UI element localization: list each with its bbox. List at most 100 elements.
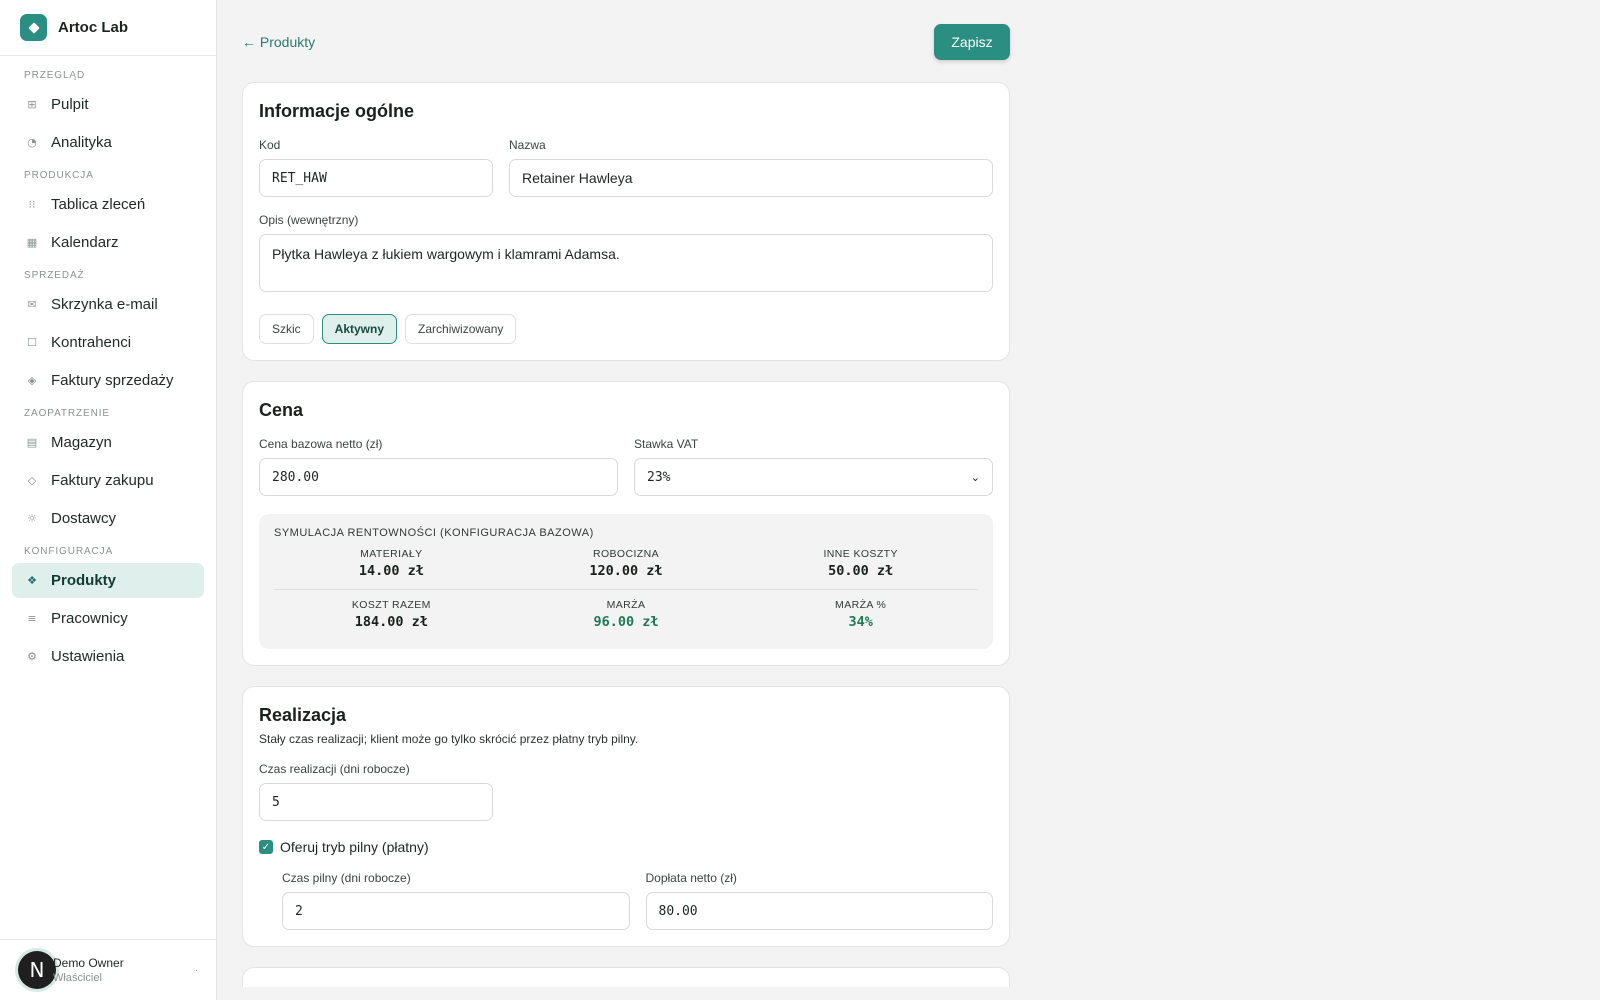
nav-group-procurement: ZAOPATRZENIE ▤ Magazyn ◇ Faktury zakupu … — [0, 408, 216, 536]
section-label: KONFIGURACJA — [24, 546, 114, 557]
sidebar-item-kalendarz[interactable]: ▦ Kalendarz — [12, 225, 204, 260]
nav-group-sales: SPRZEDAŻ ✉ Skrzynka e-mail ☐ Kontrahenci… — [0, 270, 216, 398]
chevron-icon: · — [195, 965, 198, 975]
settings-icon: ⚙ — [27, 650, 37, 663]
sidebar-item-label: Ustawienia — [51, 648, 125, 665]
kanban-icon: ⁝⁝ — [28, 198, 36, 211]
brand-name: Artoc Lab — [58, 19, 129, 36]
card-title: Informacje ogólne — [259, 101, 415, 121]
sim-label: ROBOCIZNA — [592, 548, 659, 560]
sidebar-item-ustawienia[interactable]: ⚙ Ustawienia — [12, 639, 204, 674]
section-label: ZAOPATRZENIE — [24, 408, 110, 419]
nav-group-production: PRODUKCJA ⁝⁝ Tablica zleceń ▦ Kalendarz — [0, 170, 216, 260]
sidebar-item-pracownicy[interactable]: ≡ Pracownicy — [12, 601, 204, 636]
name-label: Nazwa — [509, 138, 546, 152]
base-price-label: Cena bazowa netto (zł) — [259, 437, 383, 451]
sidebar-item-pulpit[interactable]: ⊞ Pulpit — [12, 87, 204, 122]
sim-label: INNE KOSZTY — [823, 548, 898, 560]
sidebar-item-label: Faktury zakupu — [51, 472, 154, 489]
back-link[interactable]: ← Produkty — [242, 34, 315, 50]
sidebar-item-label: Kontrahenci — [51, 334, 132, 351]
brand[interactable]: Artoc Lab — [0, 0, 216, 56]
sidebar-item-faktury-sprzedazy[interactable]: ◈ Faktury sprzedaży — [12, 363, 204, 398]
description-field-group: Opis (wewnętrzny) Płytka Hawleya z łukie… — [259, 213, 993, 292]
sidebar-item-label: Magazyn — [51, 434, 112, 451]
sidebar-item-magazyn[interactable]: ▤ Magazyn — [12, 425, 204, 460]
card-title: Cena — [259, 400, 304, 420]
sidebar-item-label: Analityka — [51, 134, 112, 151]
sim-margin: MARŻA 96.00 zł — [509, 595, 744, 637]
sidebar-item-skrzynka-email[interactable]: ✉ Skrzynka e-mail — [12, 287, 204, 322]
save-button[interactable]: Zapisz — [934, 24, 1010, 60]
section-label: PRZEGLĄD — [24, 70, 86, 81]
price-card: Cena Cena bazowa netto (zł) 280.00 Stawk… — [242, 381, 1010, 666]
code-field-group: Kod RET_HAW — [259, 138, 493, 197]
fulfillment-description: Stały czas realizacji; klient może go ty… — [259, 732, 639, 746]
surcharge-field-group: Dopłata netto (zł) 80.00 — [645, 871, 993, 930]
user-role: Właściciel — [53, 972, 102, 984]
sidebar-item-label: Tablica zleceń — [51, 196, 146, 213]
surcharge-label: Dopłata netto (zł) — [645, 871, 737, 885]
pie-chart-icon: ◔ — [27, 136, 37, 149]
sidebar-item-faktury-zakupu[interactable]: ◇ Faktury zakupu — [12, 463, 204, 498]
sidebar-item-label: Dostawcy — [51, 510, 117, 527]
user-info: Demo Owner Właściciel — [53, 956, 195, 984]
sidebar-item-produkty[interactable]: ❖ Produkty — [12, 563, 204, 598]
sidebar-item-analityka[interactable]: ◔ Analityka — [12, 125, 204, 160]
sim-value: 96.00 zł — [593, 614, 659, 630]
purchase-invoice-icon: ◇ — [27, 474, 37, 487]
vat-field-group: Stawka VAT 23% ⌄ — [634, 437, 993, 496]
code-label: Kod — [259, 138, 281, 152]
sim-value: 50.00 zł — [828, 563, 894, 579]
section-label: SPRZEDAŻ — [24, 270, 85, 281]
warehouse-icon: ▤ — [26, 436, 38, 449]
code-input[interactable]: RET_HAW — [259, 159, 493, 197]
description-textarea[interactable]: Płytka Hawleya z łukiem wargowym i klamr… — [259, 234, 993, 292]
sim-labor: ROBOCIZNA 120.00 zł — [509, 544, 744, 586]
sidebar-nav: PRZEGLĄD ⊞ Pulpit ◔ Analityka PRODUKCJA … — [0, 56, 216, 674]
sim-total: KOSZT RAZEM 184.00 zł — [274, 595, 509, 637]
user-menu[interactable]: N Demo Owner Właściciel · — [0, 939, 216, 1000]
urgent-toggle[interactable]: ✓ Oferuj tryb pilny (płatny) — [259, 839, 993, 855]
status-chip-archived[interactable]: Zarchiwizowany — [405, 314, 517, 344]
general-info-card: Informacje ogólne Kod RET_HAW Nazwa Reta… — [242, 82, 1010, 361]
sim-value: 184.00 zł — [354, 614, 428, 630]
nav-group-overview: PRZEGLĄD ⊞ Pulpit ◔ Analityka — [0, 70, 216, 160]
nav-group-config: KONFIGURACJA ❖ Produkty ≡ Pracownicy ⚙ U… — [0, 546, 216, 674]
base-price-input[interactable]: 280.00 — [259, 458, 618, 496]
sim-label: MATERIAŁY — [360, 548, 423, 560]
sidebar-item-dostawcy[interactable]: ☼ Dostawcy — [12, 501, 204, 536]
name-input[interactable]: Retainer Hawleya — [509, 159, 993, 197]
status-chip-active[interactable]: Aktywny — [321, 314, 398, 344]
contacts-icon: ☐ — [27, 336, 37, 349]
urgent-options: Czas pilny (dni robocze) 2 Dopłata netto… — [259, 871, 993, 930]
checkbox-checked-icon[interactable]: ✓ — [259, 840, 273, 854]
sidebar-item-label: Produkty — [51, 572, 117, 589]
sim-label: KOSZT RAZEM — [351, 599, 431, 611]
profitability-simulation: SYMULACJA RENTOWNOŚCI (KONFIGURACJA BAZO… — [259, 514, 993, 649]
products-icon: ❖ — [27, 574, 37, 587]
sidebar-item-kontrahenci[interactable]: ☐ Kontrahenci — [12, 325, 204, 360]
urgent-time-input[interactable]: 2 — [282, 892, 630, 930]
sidebar-item-label: Pulpit — [51, 96, 89, 113]
next-card — [242, 967, 1010, 987]
sidebar-item-tablica-zlecen[interactable]: ⁝⁝ Tablica zleceń — [12, 187, 204, 222]
surcharge-input[interactable]: 80.00 — [645, 892, 993, 930]
invoice-icon: ◈ — [27, 374, 37, 387]
mail-icon: ✉ — [27, 298, 37, 311]
base-price-field-group: Cena bazowa netto (zł) 280.00 — [259, 437, 618, 496]
sidebar: Artoc Lab PRZEGLĄD ⊞ Pulpit ◔ Analityka … — [0, 0, 217, 1000]
sim-materials: MATERIAŁY 14.00 zł — [274, 544, 509, 586]
chevron-down-icon: ⌄ — [970, 470, 980, 484]
vat-select[interactable]: 23% ⌄ — [634, 458, 993, 496]
sim-label: MARŻA — [606, 599, 646, 611]
time-input[interactable]: 5 — [259, 783, 493, 821]
sim-value: 120.00 zł — [589, 563, 663, 579]
brand-logo-icon — [20, 14, 47, 41]
calendar-icon: ▦ — [26, 236, 38, 249]
user-name: Demo Owner — [53, 956, 124, 970]
suppliers-icon: ☼ — [27, 512, 37, 525]
card-title: Realizacja — [259, 705, 347, 725]
status-chip-draft[interactable]: Szkic — [259, 314, 314, 344]
sim-value: 34% — [848, 614, 873, 630]
